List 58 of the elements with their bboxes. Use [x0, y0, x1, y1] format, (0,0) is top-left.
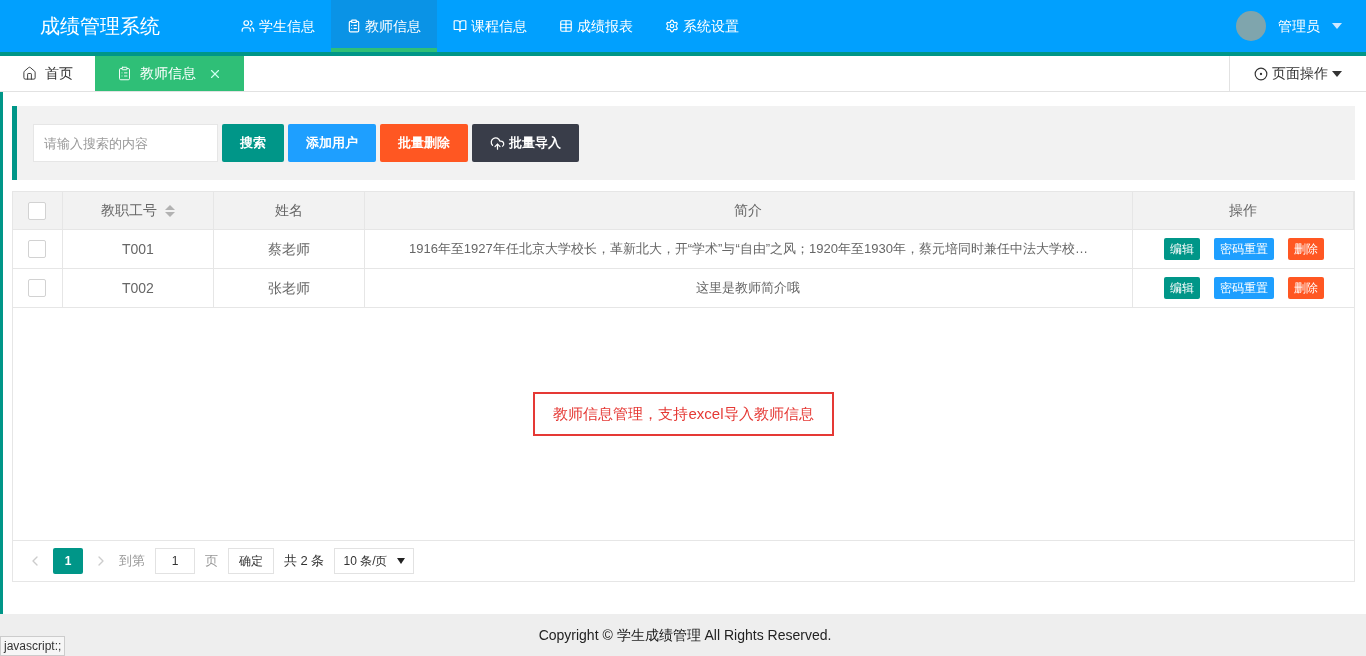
checkbox[interactable]: [28, 279, 47, 297]
table-cell-text: 1916年至1927年任北京大学校长，革新北大，开“学术”与“自由”之风；1920年至1930年，蔡元培同时兼任中法大学校…: [408, 240, 1088, 259]
users-icon: [241, 19, 255, 33]
home-icon: [22, 66, 37, 81]
page-tab[interactable]: 教师信息: [95, 56, 244, 91]
toolbar-button[interactable]: 批量导入: [472, 124, 579, 162]
checkbox[interactable]: [28, 201, 47, 220]
table-cell-text: 张老师: [267, 278, 310, 298]
caret-icon: [1332, 23, 1342, 29]
app-logo: 成绩管理系统: [39, 14, 161, 39]
caret-icon: [397, 558, 406, 564]
table-cell-text: 蔡老师: [267, 239, 310, 259]
row-action-button[interactable]: 密码重置: [1213, 277, 1274, 299]
sort-icon[interactable]: [164, 204, 175, 217]
caret-icon: [1332, 70, 1342, 77]
gear-icon: [665, 19, 679, 33]
column-title: 简介: [734, 201, 763, 220]
nav-item[interactable]: 学生信息: [225, 0, 331, 52]
toolbar-button[interactable]: 批量删除: [380, 124, 468, 162]
checkbox[interactable]: [28, 240, 47, 258]
avatar: [1236, 11, 1266, 41]
page-input[interactable]: 1: [155, 548, 195, 574]
table-cell-text: 这里是教师简介哦: [696, 279, 801, 298]
nav-item[interactable]: 系统设置: [649, 0, 755, 52]
column-title: 教职工号: [100, 201, 157, 220]
row-action-button[interactable]: 删除: [1287, 238, 1324, 260]
search-button[interactable]: 搜索: [222, 124, 284, 162]
table-cell-text: T002: [121, 278, 154, 298]
book-icon: [453, 19, 467, 33]
clipboard-icon: [347, 19, 361, 33]
total-count: 共 2 条: [284, 552, 325, 571]
copyright-text: Copyright © 学生成绩管理 All Rights Reserved.: [538, 625, 832, 645]
column-title: 操作: [1229, 201, 1258, 220]
nav-item[interactable]: 成绩报表: [543, 0, 649, 52]
page-unit-label: 页: [205, 552, 218, 571]
row-action-button[interactable]: 编辑: [1163, 277, 1200, 299]
annotation-note: 教师信息管理，支持excel导入教师信息: [533, 391, 834, 437]
goto-label: 到第: [119, 552, 145, 571]
confirm-button[interactable]: 确定: [228, 548, 274, 574]
page-tab[interactable]: 首页: [0, 56, 95, 91]
clipboard-icon: [117, 66, 132, 81]
row-action-button[interactable]: 删除: [1287, 277, 1324, 299]
table-cell-text: T001: [121, 239, 154, 259]
row-action-button[interactable]: 编辑: [1163, 238, 1200, 260]
column-title: 姓名: [274, 201, 303, 220]
nav-item[interactable]: 教师信息: [331, 0, 437, 52]
toolbar-button[interactable]: 添加用户: [288, 124, 376, 162]
status-bar-url: javascript:;: [0, 636, 66, 656]
table-icon: [559, 19, 573, 33]
page-number[interactable]: 1: [53, 548, 83, 574]
user-menu[interactable]: 管理员: [1236, 0, 1366, 52]
radio-dot-icon: [1254, 66, 1268, 81]
page-actions-button[interactable]: 页面操作: [1229, 56, 1366, 91]
row-action-button[interactable]: 密码重置: [1213, 238, 1274, 260]
nav-item[interactable]: 课程信息: [437, 0, 543, 52]
search-field[interactable]: 请输入搜索的内容: [33, 124, 218, 162]
page-size-select[interactable]: 10 条/页: [334, 548, 415, 574]
cloud-upload-icon: [490, 135, 505, 151]
